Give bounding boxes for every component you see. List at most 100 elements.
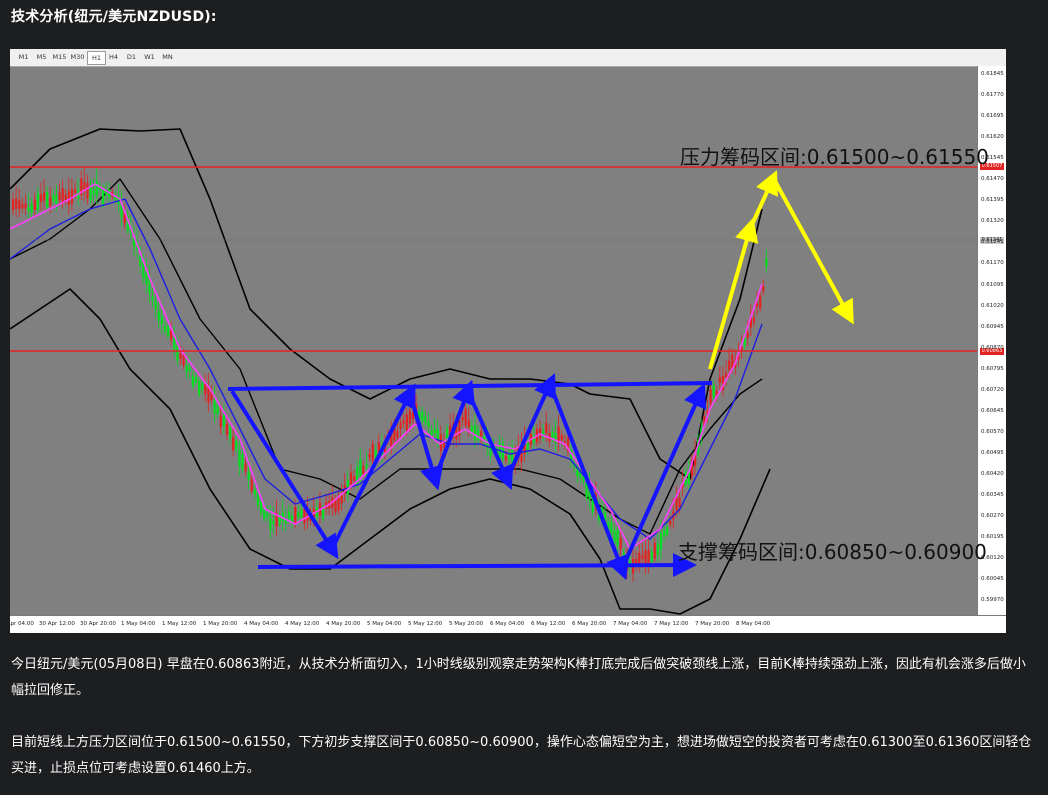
time-tick-label: 4 May 20:00: [326, 621, 361, 627]
candle-body: [464, 408, 467, 426]
candle-body: [365, 464, 368, 468]
candle-body: [759, 295, 762, 309]
candle-body: [247, 471, 250, 480]
analysis-paragraph-1: 今日纽元/美元(05月08日) 早盘在0.60863附近，从技术分析面切入，1小…: [11, 657, 1026, 698]
candle-body: [610, 521, 613, 533]
candle-body: [163, 325, 167, 332]
candle-body: [526, 441, 529, 450]
candle-body: [232, 436, 235, 451]
candle-body: [294, 506, 297, 523]
candle-body: [718, 377, 721, 383]
candle-body: [263, 509, 266, 519]
price-tick-label: 0.61395: [981, 197, 1004, 204]
candle-body: [260, 500, 263, 514]
time-tick-label: 30 Apr 20:00: [80, 621, 116, 627]
candle-body: [461, 416, 464, 420]
candle-body: [430, 430, 433, 435]
candle-body: [653, 542, 656, 559]
candle-body: [402, 420, 405, 424]
candle-body: [508, 454, 511, 460]
time-tick-label: 8 May 04:00: [736, 621, 771, 627]
candle-body: [43, 192, 46, 201]
candle-body: [359, 459, 362, 476]
price-tick-label: 0.61170: [981, 260, 1004, 267]
price-tick-label: 0.60570: [981, 428, 1004, 435]
time-axis[interactable]: 30 Apr 04:00 30 Apr 12:00 30 Apr 20:00 1 Ma…: [10, 615, 1006, 633]
candle-body: [638, 552, 641, 565]
candle-body: [213, 400, 216, 414]
candle-body: [86, 183, 89, 199]
candle-body: [39, 194, 43, 202]
candle-body: [613, 529, 616, 543]
price-tick-label: 0.60645: [981, 407, 1004, 414]
candle-body: [27, 207, 30, 211]
candle-body: [762, 285, 765, 292]
price-tick-label: 0.60945: [981, 323, 1004, 330]
price-tick-label: 0.60420: [981, 470, 1004, 477]
candle-body: [58, 192, 61, 201]
candle-body: [467, 420, 470, 428]
price-tick-label: 0.61845: [981, 71, 1004, 77]
candle-body: [222, 415, 225, 427]
candle-body: [560, 434, 563, 441]
candle-body: [756, 303, 759, 307]
analysis-paragraph-2: 目前短线上方压力区间位于0.61500~0.61550，下方初步支撑区间于0.6…: [11, 735, 1032, 776]
price-tick-label: 0.59970: [981, 597, 1004, 604]
candle-body: [678, 497, 681, 507]
price-tick-label: 0.60345: [981, 492, 1004, 498]
candle-body: [396, 430, 399, 438]
candle-body: [185, 365, 188, 372]
candle-body: [353, 476, 356, 481]
candle-body: [238, 450, 241, 467]
candle-body: [74, 189, 77, 193]
candle-body: [269, 517, 272, 530]
neckline-pattern-line: [227, 381, 713, 391]
price-tick-label: 0.61620: [981, 134, 1004, 141]
price-tick-label: 0.61095: [981, 281, 1004, 288]
candle-body: [201, 383, 204, 391]
candle-body: [67, 191, 70, 206]
candle-body: [241, 454, 244, 470]
page-title: 技术分析(纽元/美元NZDUSD):: [11, 9, 217, 25]
candle-body: [61, 188, 64, 203]
forecast-up-arrow: [748, 170, 778, 230]
moving-average-slow-line: [10, 198, 763, 540]
time-tick-label: 5 May 12:00: [408, 621, 443, 627]
candle-body: [287, 512, 291, 519]
candle-body: [408, 410, 411, 424]
candle-body: [157, 311, 160, 321]
price-tick-label: 0.61020: [981, 302, 1004, 309]
candle-body: [551, 432, 554, 439]
time-tick-label: 5 May 20:00: [449, 621, 484, 627]
candle-body: [303, 508, 306, 524]
resistance-zone-label: 压力筹码区间:0.61500~0.61550: [680, 145, 989, 169]
candle-body: [250, 479, 253, 491]
candle-body: [191, 375, 194, 387]
candle-body: [725, 372, 728, 378]
support-zone-label: 支撑筹码区间:0.60850~0.60900: [678, 540, 987, 564]
candle-body: [666, 526, 669, 535]
candle-body: [427, 421, 430, 427]
candle-body: [30, 203, 33, 214]
candle-body: [362, 465, 365, 475]
candle-body: [659, 533, 663, 550]
candle-body: [480, 430, 483, 437]
moving-average-fast-line: [10, 183, 763, 550]
candle-body: [89, 186, 92, 201]
candle-body: [477, 429, 480, 441]
candle-body: [160, 316, 163, 325]
time-tick-label: 30 Apr 04:00: [10, 621, 34, 627]
candle-body: [663, 529, 666, 537]
candle-body: [219, 415, 222, 428]
time-tick-label: 4 May 12:00: [285, 621, 320, 627]
time-tick-label: 6 May 12:00: [531, 621, 566, 627]
candle-body: [647, 549, 650, 566]
time-tick-label: 7 May 20:00: [695, 621, 730, 627]
candle-body: [616, 529, 619, 546]
price-tick-label: 0.60045: [981, 576, 1004, 583]
price-chart[interactable]: M1 M5 M15 M30 H1 H4 D1 W1 MN 0.61507 0.6…: [10, 49, 1006, 633]
time-tick-label: 1 May 20:00: [203, 621, 238, 627]
candle-body: [433, 428, 436, 434]
candle-body: [139, 255, 142, 266]
candle-body: [52, 194, 55, 201]
